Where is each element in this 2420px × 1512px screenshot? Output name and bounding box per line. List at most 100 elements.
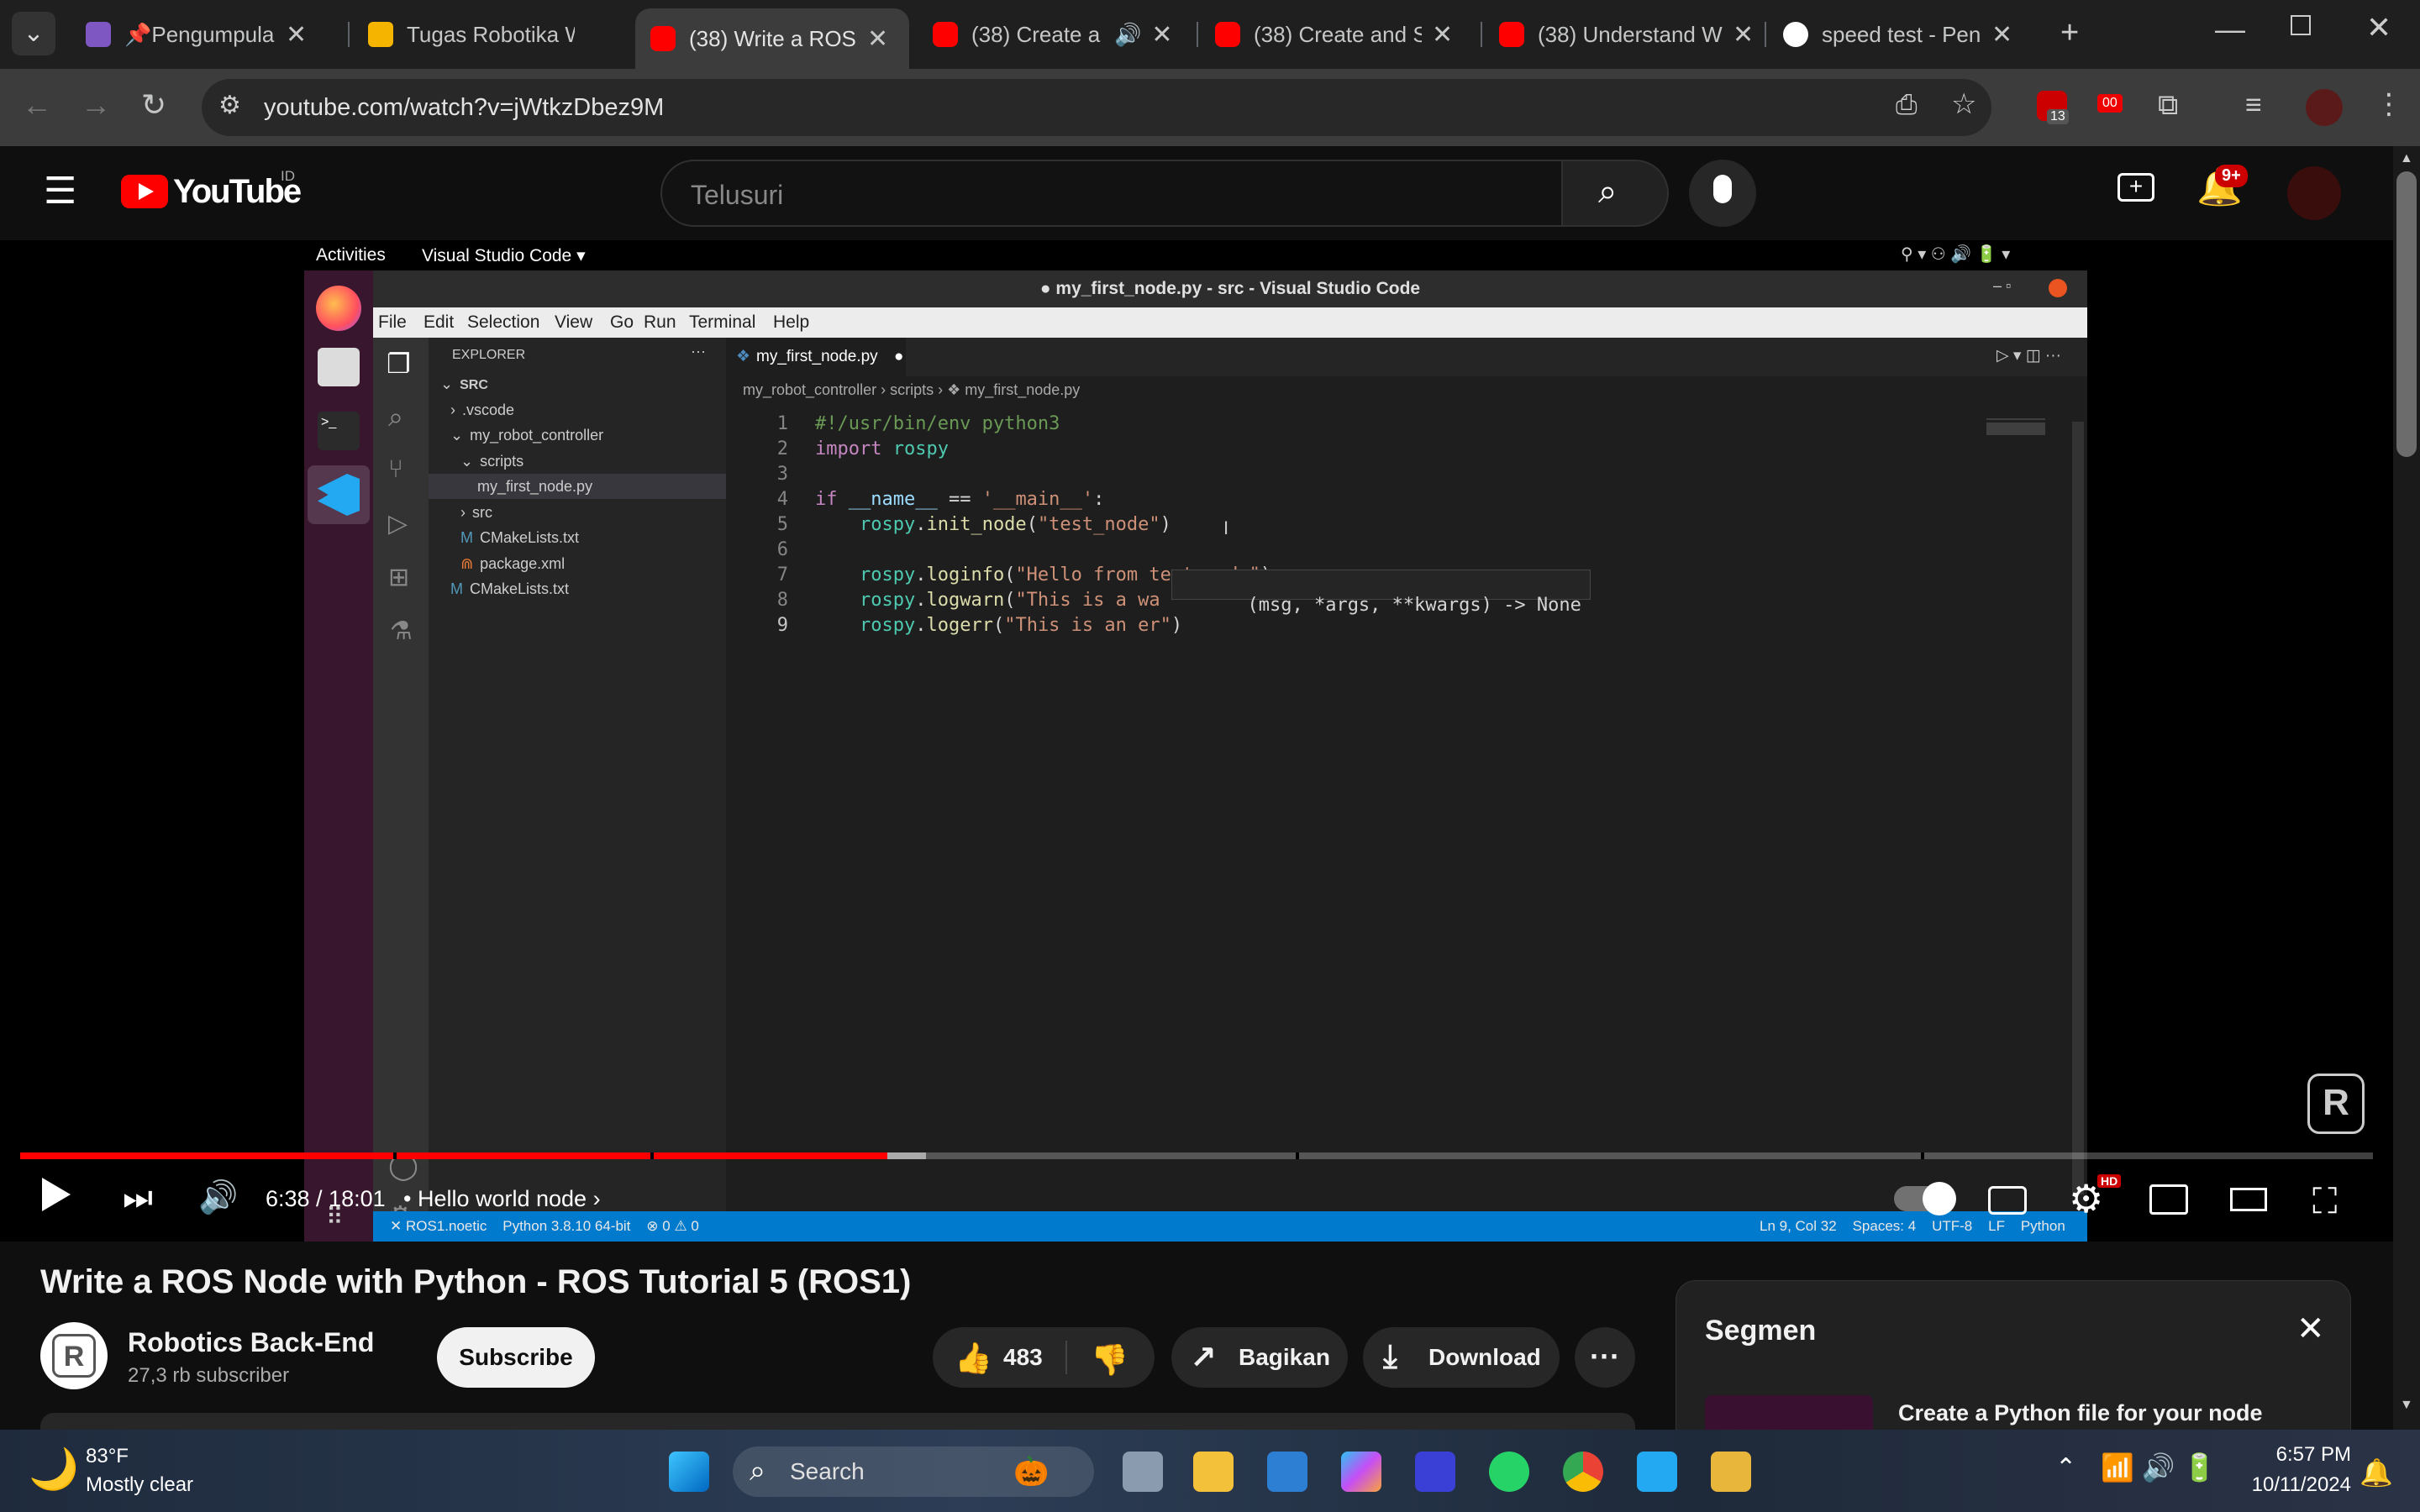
explorer-tree-item: › .vscode — [429, 397, 726, 423]
like-button[interactable]: 👍 483 — [933, 1327, 1065, 1388]
tab-understand[interactable]: (38) Understand W ✕ — [1484, 8, 1769, 60]
close-icon[interactable]: ✕ — [286, 20, 307, 50]
start-windows-icon[interactable] — [669, 1452, 709, 1492]
notification-count: 9+ — [2215, 165, 2248, 187]
play-button[interactable] — [42, 1178, 71, 1211]
more-actions-button[interactable]: ··· — [1575, 1327, 1635, 1388]
next-video-button[interactable]: ⏭ — [123, 1179, 153, 1217]
volume-button[interactable]: 🔊 — [198, 1179, 238, 1216]
tab-pengumpulan[interactable]: 📌Pengumpulan T ✕ — [71, 8, 322, 60]
close-icon[interactable]: ✕ — [1432, 20, 1453, 50]
text-cursor-icon: I — [1223, 517, 1229, 538]
video-progress-bar[interactable] — [20, 1152, 2373, 1159]
create-video-icon[interactable]: + — [2118, 173, 2154, 202]
url-text[interactable]: youtube.com/watch?v=jWtkzDbez9M — [264, 94, 664, 122]
description-box[interactable] — [40, 1413, 1635, 1430]
copilot-icon[interactable] — [1341, 1452, 1381, 1492]
channel-watermark-logo[interactable]: R — [2307, 1074, 2365, 1134]
miniplayer-button[interactable] — [2149, 1184, 2188, 1215]
youtube-icon — [650, 26, 676, 51]
ms-store-icon[interactable] — [1267, 1452, 1307, 1492]
tab-search-button[interactable]: ⌄ — [12, 12, 55, 55]
reload-icon[interactable]: ↻ — [141, 87, 166, 123]
video-player[interactable]: Activities Visual Studio Code ▾ ⚲ ▾ ⚇ 🔊 … — [0, 240, 2393, 1242]
app-blue-icon[interactable] — [1415, 1452, 1455, 1492]
tab-write-ros-node[interactable]: (38) Write a ROS N ✕ — [635, 8, 909, 69]
notification-bell-icon[interactable]: 🔔 — [2360, 1457, 2393, 1488]
tree-item-glyph: ⌄ — [450, 427, 464, 444]
tab-speed-test[interactable]: speed test - Penel ✕ — [1768, 8, 2028, 60]
close-icon[interactable]: ✕ — [2296, 1310, 2325, 1348]
chapter-item[interactable]: Create a Python file for your node — [1898, 1400, 2263, 1426]
extension-red-icon[interactable]: 00 — [2097, 94, 2123, 113]
close-icon[interactable]: ✕ — [1733, 20, 1754, 50]
speaker-icon[interactable]: 🔊 — [1114, 22, 1141, 48]
hamburger-menu-icon[interactable]: ☰ — [44, 170, 76, 213]
install-app-icon[interactable]: ⎙ — [1896, 89, 1918, 121]
autoplay-toggle[interactable] — [1894, 1182, 1956, 1215]
weather-condition[interactable]: Mostly clear — [86, 1473, 193, 1497]
youtube-logo[interactable] — [121, 175, 168, 208]
search-button[interactable]: ⌕ — [1563, 160, 1669, 227]
tab-tugas-robotika[interactable]: Tugas Robotika W — [353, 8, 590, 60]
chapter-title[interactable]: • Hello world node › — [403, 1186, 601, 1212]
line-number: 2 — [776, 438, 788, 459]
bookmark-star-icon[interactable]: ☆ — [1951, 87, 1976, 121]
weather-moon-icon[interactable]: 🌙 — [29, 1445, 79, 1493]
extensions-icon: ⊞ — [388, 564, 410, 591]
restore-button[interactable] — [2291, 15, 2311, 35]
search-icon: ⌕ — [1598, 173, 1618, 210]
puzzle-icon[interactable]: ⧉ — [2158, 89, 2178, 122]
theater-mode-button[interactable] — [2230, 1188, 2267, 1211]
address-bar[interactable]: ⚙ youtube.com/watch?v=jWtkzDbez9M ⎙ ☆ — [202, 79, 1991, 136]
media-control-icon[interactable]: ≡ — [2245, 89, 2262, 122]
page-scrollbar[interactable]: ▲ ▼ — [2393, 146, 2420, 1430]
menu-kebab-icon[interactable]: ⋮ — [2375, 87, 2403, 121]
vscode-window-controls: – ▫ — [1993, 277, 2012, 294]
subtitles-button[interactable] — [1988, 1186, 2027, 1215]
scrollbar-thumb[interactable] — [2396, 171, 2417, 457]
weather-temp[interactable]: 83°F — [86, 1445, 129, 1468]
tree-item-glyph: M — [460, 529, 473, 546]
taskbar-search[interactable]: ⌕ Search 🎃 — [733, 1446, 1094, 1497]
close-icon[interactable]: ✕ — [1991, 20, 2012, 50]
tab-create-and-set[interactable]: (38) Create and Se ✕ — [1200, 8, 1468, 60]
download-button[interactable]: ⤓ Download — [1363, 1327, 1560, 1388]
channel-avatar[interactable]: R — [40, 1322, 108, 1389]
dislike-button[interactable]: 👎 — [1067, 1327, 1155, 1388]
chrome-icon[interactable] — [1563, 1452, 1603, 1492]
forward-icon[interactable]: → — [81, 87, 111, 123]
code-line-5: rospy.init_node("test_node") — [859, 514, 1171, 535]
subscribe-button[interactable]: Subscribe — [437, 1327, 595, 1388]
taskbar-time[interactable]: 6:57 PM — [2227, 1443, 2351, 1467]
share-button[interactable]: ↗ Bagikan — [1171, 1327, 1348, 1388]
line-number: 4 — [776, 489, 788, 510]
close-window-button[interactable]: ✕ — [2366, 10, 2391, 45]
task-view-icon[interactable] — [1123, 1452, 1163, 1492]
code-line-1: #!/usr/bin/env python3 — [815, 413, 1060, 434]
subscriber-count: 27,3 rb subscriber — [128, 1364, 290, 1387]
file-explorer-icon[interactable] — [1193, 1452, 1234, 1492]
site-info-icon[interactable]: ⚙ — [218, 91, 241, 120]
vscode-taskbar-icon[interactable] — [1637, 1452, 1677, 1492]
wifi-volume-battery-icons[interactable]: 📶 🔊 🔋 — [2101, 1452, 2216, 1483]
minimize-button[interactable]: — — [2215, 12, 2245, 47]
app-yellow-icon[interactable] — [1711, 1452, 1751, 1492]
profile-avatar[interactable] — [2306, 89, 2343, 126]
tray-overflow-icon[interactable]: ⌃ — [2055, 1453, 2076, 1483]
account-avatar[interactable] — [2287, 166, 2341, 220]
taskbar-date[interactable]: 10/11/2024 — [2218, 1473, 2351, 1497]
close-icon[interactable]: ✕ — [1151, 20, 1172, 50]
tab-create-ros[interactable]: (38) Create a R 🔊 ✕ — [918, 8, 1188, 60]
new-tab-button[interactable]: + — [2060, 15, 2079, 51]
search-input[interactable]: Telusuri — [660, 160, 1563, 227]
back-icon[interactable]: ← — [22, 87, 52, 123]
slides-icon — [368, 22, 393, 47]
more-horizontal-icon: ··· — [1590, 1339, 1620, 1373]
close-icon[interactable]: ✕ — [867, 24, 888, 54]
voice-search-button[interactable] — [1689, 160, 1756, 227]
whatsapp-icon[interactable] — [1489, 1452, 1529, 1492]
tree-item-label: scripts — [480, 452, 524, 470]
channel-name[interactable]: Robotics Back-End — [128, 1327, 374, 1358]
fullscreen-button[interactable]: ⛶ — [2312, 1181, 2337, 1222]
